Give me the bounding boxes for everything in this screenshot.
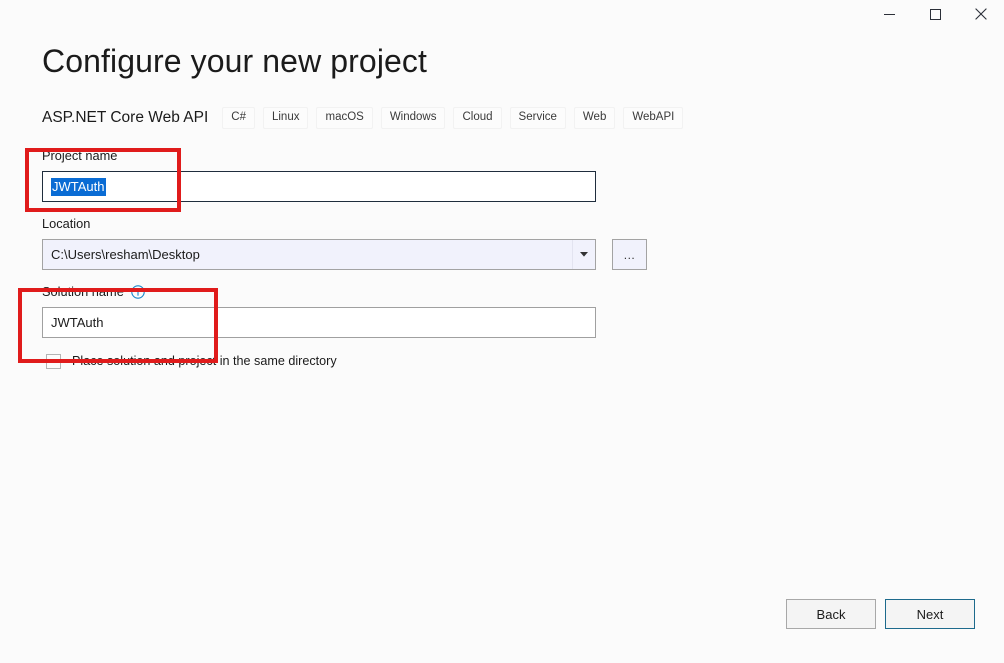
solution-name-input[interactable]: JWTAuth [42, 307, 596, 338]
project-name-label: Project name [42, 148, 118, 163]
browse-location-button[interactable]: ... [612, 239, 647, 270]
info-icon[interactable] [131, 285, 145, 299]
maximize-button[interactable] [912, 0, 958, 28]
same-directory-checkbox[interactable] [46, 353, 61, 369]
chevron-down-icon[interactable] [572, 240, 595, 269]
minimize-icon [883, 9, 895, 20]
template-tag: Cloud [453, 107, 502, 129]
dialog-footer: Back Next [0, 598, 1004, 630]
location-label: Location [42, 216, 91, 231]
close-button[interactable] [958, 0, 1004, 28]
maximize-icon [929, 8, 941, 20]
solution-name-label-text: Solution name [42, 284, 124, 299]
location-combobox[interactable]: C:\Users\resham\Desktop [42, 239, 596, 270]
solution-name-label: Solution name [42, 284, 662, 300]
same-directory-row[interactable]: Place solution and project in the same d… [42, 353, 662, 369]
next-button[interactable]: Next [885, 599, 975, 629]
template-summary: ASP.NET Core Web API C# Linux macOS Wind… [42, 107, 691, 129]
location-row: C:\Users\resham\Desktop ... [42, 239, 662, 270]
location-field-group: Location C:\Users\resham\Desktop ... [42, 216, 662, 270]
project-configuration-form: Project name JWTAuth Location C:\Users\r… [42, 148, 662, 369]
solution-name-value: JWTAuth [51, 315, 104, 330]
template-tag: Service [509, 107, 566, 129]
project-name-value: JWTAuth [51, 177, 106, 196]
template-tag: C# [222, 107, 255, 129]
back-button[interactable]: Back [786, 599, 876, 629]
template-tag: Web [573, 107, 616, 129]
template-tag: macOS [316, 107, 373, 129]
close-icon [975, 8, 987, 20]
template-tag: Linux [262, 107, 309, 129]
page-title: Configure your new project [42, 43, 428, 79]
location-value: C:\Users\resham\Desktop [51, 247, 200, 262]
same-directory-label: Place solution and project in the same d… [72, 354, 337, 368]
template-tag: WebAPI [623, 107, 684, 129]
minimize-button[interactable] [866, 0, 912, 28]
template-tag-list: C# Linux macOS Windows Cloud Service Web… [222, 107, 691, 129]
project-name-input[interactable]: JWTAuth [42, 171, 596, 202]
template-name: ASP.NET Core Web API [42, 109, 209, 126]
project-name-field-group: Project name JWTAuth [42, 148, 662, 202]
window-title-bar [0, 0, 1004, 28]
template-tag: Windows [380, 107, 446, 129]
solution-name-field-group: Solution name JWTAuth [42, 284, 662, 338]
